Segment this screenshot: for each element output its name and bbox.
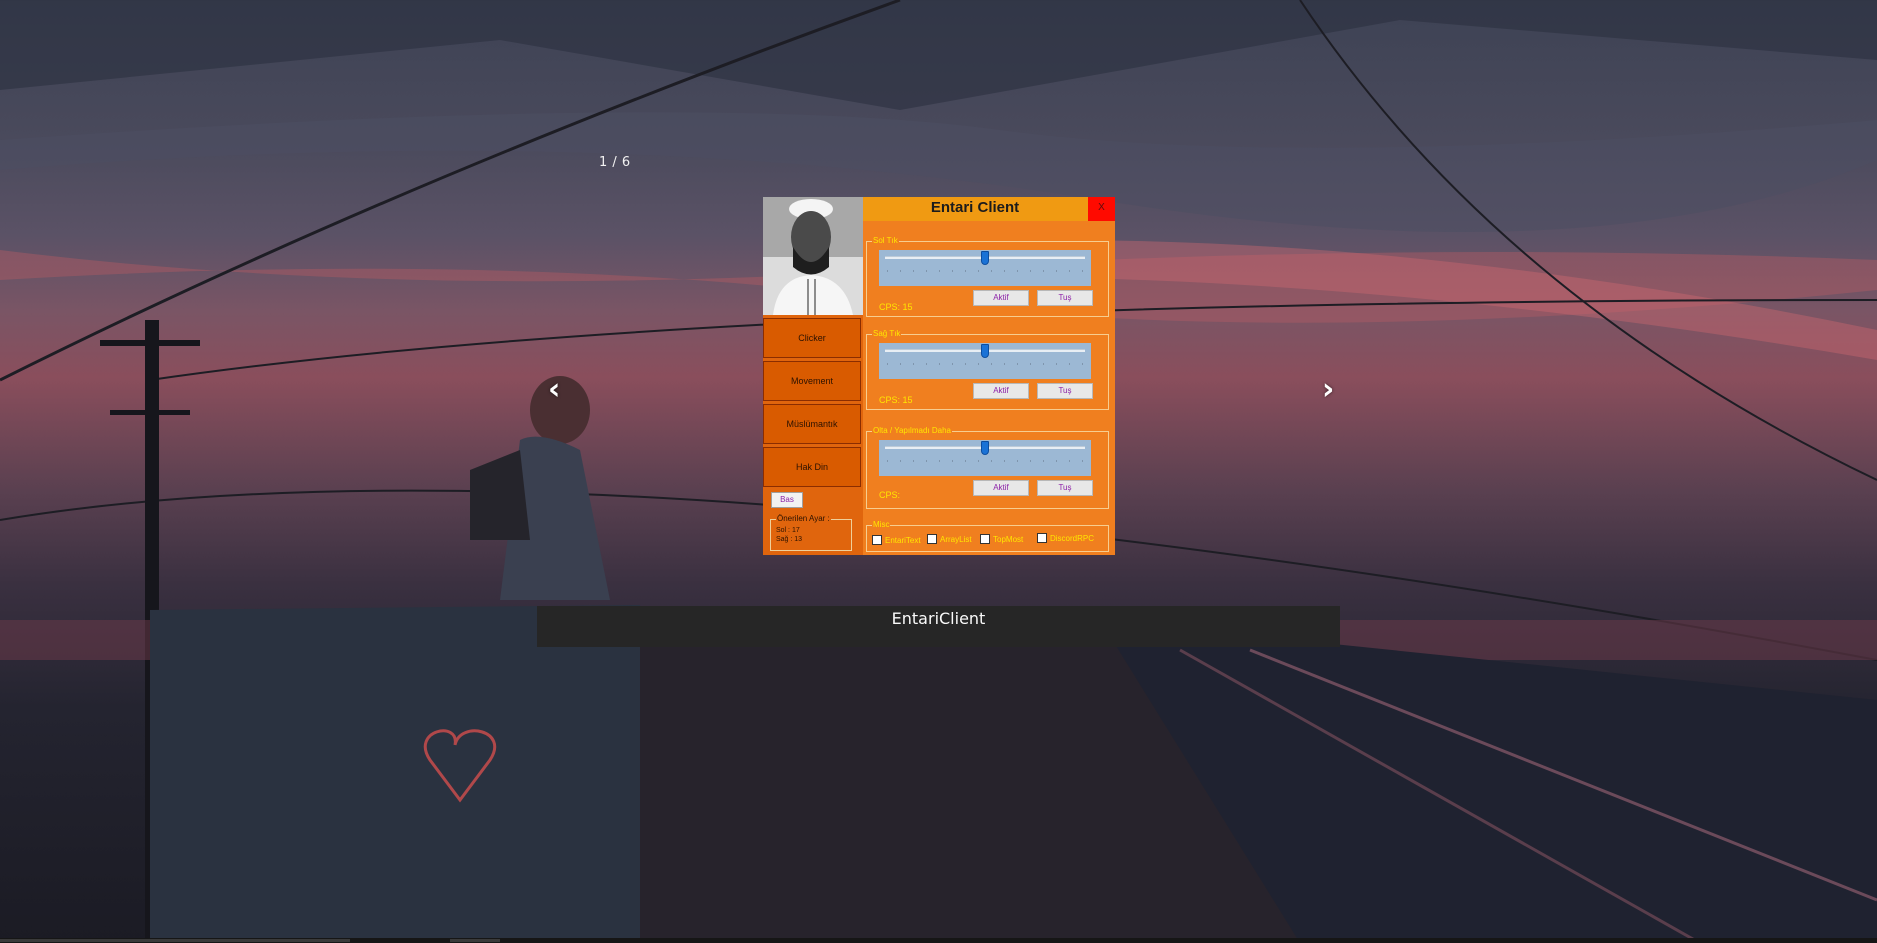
right-click-cps-label: CPS: 15 (879, 395, 913, 405)
avatar-image (763, 197, 863, 315)
menu-clicker-button[interactable]: Clicker (763, 318, 861, 358)
right-click-active-button[interactable]: Aktif (973, 383, 1029, 399)
fishing-rod-key-button[interactable]: Tuş (1037, 480, 1093, 496)
slider-ticks (887, 270, 1083, 272)
slider-thumb[interactable] (981, 344, 989, 358)
bottom-scrollbar[interactable] (0, 938, 1877, 943)
next-arrow-icon[interactable]: › (1322, 372, 1334, 407)
recommended-settings-legend: Önerilen Ayar : (776, 514, 831, 524)
slider-thumb[interactable] (981, 251, 989, 265)
checkbox-label: DiscordRPC (1050, 533, 1095, 543)
left-click-group-title: Sol Tık (872, 236, 899, 246)
entari-client-window: Clicker Movement Müslümantık Hak Din Bas… (763, 197, 1115, 555)
checkbox[interactable] (927, 534, 937, 544)
menu-muslumantik-button[interactable]: Müslümantık (763, 404, 861, 444)
checkbox-label: TopMost (993, 534, 1024, 544)
left-click-cps-slider[interactable] (879, 250, 1091, 286)
slider-thumb[interactable] (981, 441, 989, 455)
fishing-rod-cps-slider[interactable] (879, 440, 1091, 476)
menu-hak-din-button[interactable]: Hak Din (763, 447, 861, 487)
misc-option-entaritext[interactable]: EntariText (872, 535, 921, 545)
right-click-cps-slider[interactable] (879, 343, 1091, 379)
menu-movement-button[interactable]: Movement (763, 361, 861, 401)
checkbox[interactable] (1037, 533, 1047, 543)
avatar (763, 197, 863, 315)
previous-arrow-icon[interactable]: ‹ (548, 372, 560, 407)
scrollbar-thumb[interactable] (450, 939, 500, 942)
left-click-key-button[interactable]: Tuş (1037, 290, 1093, 306)
misc-group: Misc EntariText ArrayList TopMost Discor… (866, 520, 1109, 552)
misc-option-topmost[interactable]: TopMost (980, 534, 1023, 544)
slider-ticks (887, 460, 1083, 462)
slider-track (885, 251, 1085, 265)
fishing-rod-active-button[interactable]: Aktif (973, 480, 1029, 496)
fishing-rod-group-title: Olta / Yapılmadı Daha (872, 426, 952, 436)
recommended-left-value: Sol : 17 (776, 527, 800, 534)
recommended-right-value: Sağ : 13 (776, 536, 803, 543)
scrollbar-segment (0, 939, 350, 942)
checkbox-label: EntariText (885, 535, 921, 545)
title-bar: Entari Client X (863, 197, 1115, 221)
fishing-rod-group: Olta / Yapılmadı Daha CPS: Aktif Tuş (866, 426, 1109, 509)
left-click-group: Sol Tık CPS: 15 Aktif Tuş (866, 236, 1109, 317)
slider-ticks (887, 363, 1083, 365)
misc-option-arraylist[interactable]: ArrayList (927, 534, 972, 544)
right-click-group: Sağ Tık CPS: 15 Aktif Tuş (866, 329, 1109, 410)
gallery-counter: 1 / 6 (599, 155, 631, 170)
slider-track (885, 441, 1085, 455)
window-title: Entari Client (930, 199, 1020, 216)
misc-option-discordrpc[interactable]: DiscordRPC (1037, 533, 1094, 543)
recommended-settings-box: Önerilen Ayar : Sol : 17 Sağ : 13 (770, 514, 852, 551)
fishing-rod-cps-label: CPS: (879, 490, 901, 500)
left-click-active-button[interactable]: Aktif (973, 290, 1029, 306)
left-click-cps-label: CPS: 15 (879, 302, 913, 312)
slider-track (885, 344, 1085, 358)
right-click-key-button[interactable]: Tuş (1037, 383, 1093, 399)
bas-button[interactable]: Bas (771, 492, 803, 508)
checkbox[interactable] (872, 535, 882, 545)
gallery-caption: EntariClient (537, 606, 1340, 647)
misc-group-title: Misc (872, 520, 891, 530)
checkbox[interactable] (980, 534, 990, 544)
close-button[interactable]: X (1088, 197, 1115, 221)
checkbox-label: ArrayList (940, 534, 972, 544)
right-click-group-title: Sağ Tık (872, 329, 902, 339)
left-panel: Clicker Movement Müslümantık Hak Din Bas… (763, 197, 863, 555)
